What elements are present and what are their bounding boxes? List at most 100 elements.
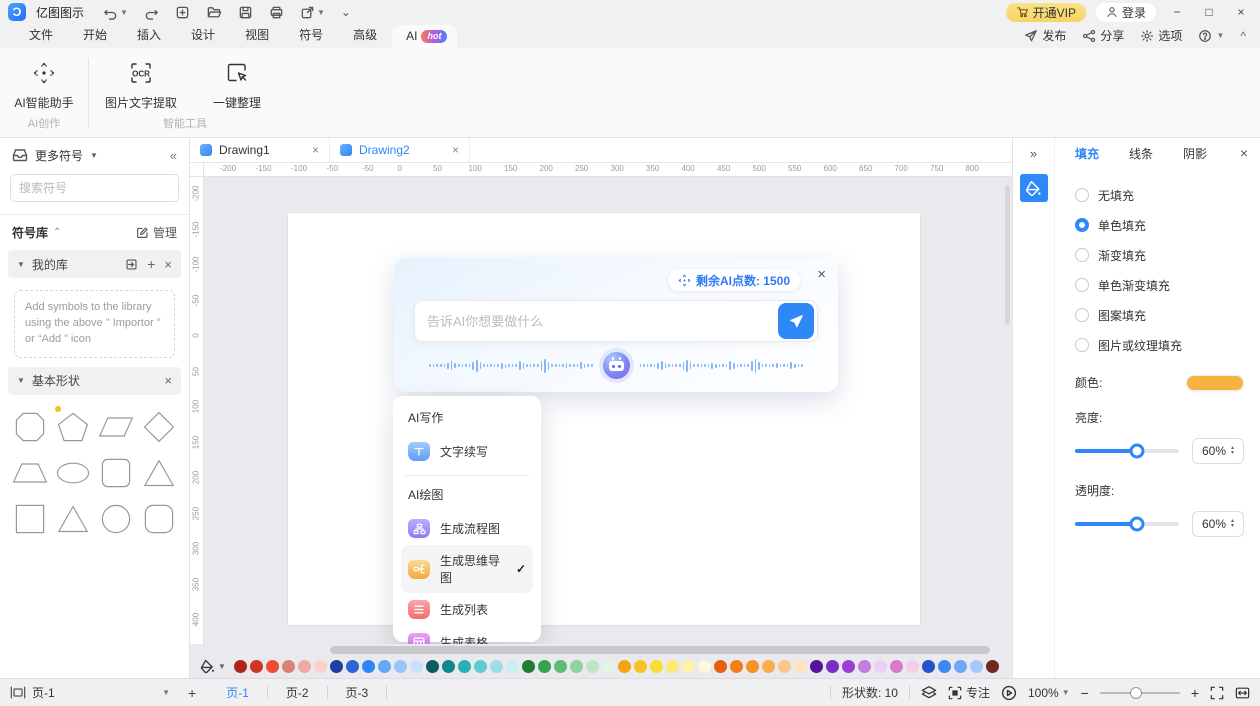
palette-color[interactable] <box>858 660 871 673</box>
fill-option-mono-gradient[interactable]: 单色渐变填充 <box>1075 270 1244 300</box>
shape-square[interactable] <box>10 500 50 538</box>
tab-home[interactable]: 开始 <box>68 22 122 48</box>
page-selector-caret-icon[interactable]: ▼ <box>162 688 170 697</box>
my-library-header[interactable]: ▼ 我的库 + × <box>8 250 181 278</box>
print-button[interactable] <box>266 2 287 22</box>
fit-width-icon[interactable] <box>1235 686 1250 700</box>
palette-color[interactable] <box>954 660 967 673</box>
close-tab-icon[interactable]: × <box>452 143 459 157</box>
options-button[interactable]: 选项 <box>1140 27 1182 44</box>
close-window-button[interactable]: × <box>1230 5 1252 19</box>
shape-circle[interactable] <box>96 500 136 538</box>
palette-color[interactable] <box>442 660 455 673</box>
my-library-caret-icon[interactable]: ▼ <box>17 260 25 269</box>
palette-color[interactable] <box>554 660 567 673</box>
radio-icon[interactable] <box>1075 308 1089 322</box>
tab-line[interactable]: 线条 <box>1129 145 1153 162</box>
palette-color[interactable] <box>394 660 407 673</box>
palette-color[interactable] <box>826 660 839 673</box>
tab-view[interactable]: 视图 <box>230 22 284 48</box>
fill-color-caret-icon[interactable]: ▼ <box>218 662 226 671</box>
library-collapse-icon[interactable]: ⌃ <box>53 227 61 238</box>
basic-shapes-header[interactable]: ▼ 基本形状 × <box>8 367 181 395</box>
spin-down-icon[interactable]: ▾ <box>1231 451 1234 456</box>
manage-library-button[interactable]: 管理 <box>136 224 177 241</box>
fill-tool-active-icon[interactable] <box>1020 174 1048 202</box>
shape-ellipse[interactable] <box>53 454 93 492</box>
fill-option-solid[interactable]: 单色填充 <box>1075 210 1244 240</box>
shape-octagon[interactable] <box>10 408 50 446</box>
collapse-sidebar-button[interactable]: « <box>170 148 177 163</box>
ai-prompt-input[interactable] <box>427 314 778 329</box>
palette-color[interactable] <box>810 660 823 673</box>
layers-icon[interactable] <box>921 685 937 700</box>
color-swatch[interactable] <box>1186 375 1244 391</box>
palette-color[interactable] <box>842 660 855 673</box>
shape-rounded-square-2[interactable] <box>139 500 179 538</box>
radio-icon[interactable] <box>1075 338 1089 352</box>
brightness-value-box[interactable]: 60% ▴▾ <box>1192 438 1244 464</box>
export-caret-icon[interactable]: ▼ <box>317 8 325 17</box>
page-tab-2[interactable]: 页-2 <box>268 684 327 701</box>
palette-color[interactable] <box>650 660 663 673</box>
palette-color[interactable] <box>666 660 679 673</box>
symbol-search-input[interactable] <box>11 181 179 195</box>
slider-knob[interactable] <box>1130 517 1145 532</box>
palette-color[interactable] <box>346 660 359 673</box>
login-button[interactable]: 登录 <box>1096 3 1156 22</box>
palette-color[interactable] <box>698 660 711 673</box>
palette-color[interactable] <box>746 660 759 673</box>
palette-color[interactable] <box>538 660 551 673</box>
send-button[interactable] <box>778 303 814 339</box>
zoom-out-button[interactable]: − <box>1081 685 1089 701</box>
palette-color[interactable] <box>634 660 647 673</box>
more-symbols-caret-icon[interactable]: ▼ <box>90 151 98 160</box>
palette-color[interactable] <box>906 660 919 673</box>
radio-icon[interactable] <box>1075 248 1089 262</box>
palette-color[interactable] <box>378 660 391 673</box>
menu-item-text-continue[interactable]: 文字续写 <box>401 435 533 468</box>
ocr-extract-button[interactable]: OCR 图片文字提取 <box>89 48 193 111</box>
shape-rounded-square[interactable] <box>96 454 136 492</box>
zoom-slider-knob[interactable] <box>1130 687 1142 699</box>
shape-triangle-2[interactable] <box>53 500 93 538</box>
palette-color[interactable] <box>490 660 503 673</box>
tab-symbol[interactable]: 符号 <box>284 22 338 48</box>
horizontal-scrollbar[interactable] <box>330 646 990 654</box>
menu-item-table[interactable]: 生成表格 <box>401 626 533 644</box>
palette-color[interactable] <box>282 660 295 673</box>
palette-color[interactable] <box>234 660 247 673</box>
tab-advanced[interactable]: 高级 <box>338 22 392 48</box>
palette-color[interactable] <box>970 660 983 673</box>
zoom-in-button[interactable]: + <box>1191 685 1199 701</box>
palette-color[interactable] <box>586 660 599 673</box>
opacity-value-box[interactable]: 60% ▴▾ <box>1192 511 1244 537</box>
help-caret-icon[interactable]: ▼ <box>1216 31 1224 40</box>
collapse-ribbon-button[interactable]: ^ <box>1240 29 1246 43</box>
fullscreen-icon[interactable] <box>1210 686 1224 700</box>
menu-item-flowchart[interactable]: 生成流程图 <box>401 512 533 545</box>
page-tab-3[interactable]: 页-3 <box>328 684 387 701</box>
close-basic-shapes-button[interactable]: × <box>164 373 172 388</box>
fill-option-none[interactable]: 无填充 <box>1075 180 1244 210</box>
radio-selected-icon[interactable] <box>1075 218 1089 232</box>
slider-knob[interactable] <box>1130 444 1145 459</box>
brightness-slider[interactable] <box>1075 449 1179 453</box>
normal-view-icon[interactable] <box>10 686 26 699</box>
zoom-slider[interactable] <box>1100 692 1180 694</box>
shape-pentagon[interactable] <box>53 408 93 446</box>
canvas-viewport[interactable]: 剩余AI点数: 1500 × <box>204 177 1012 644</box>
radio-icon[interactable] <box>1075 188 1089 202</box>
palette-color[interactable] <box>922 660 935 673</box>
spin-down-icon[interactable]: ▾ <box>1231 524 1234 529</box>
palette-color[interactable] <box>298 660 311 673</box>
palette-color[interactable] <box>794 660 807 673</box>
shape-diamond[interactable] <box>139 408 179 446</box>
fill-option-gradient[interactable]: 渐变填充 <box>1075 240 1244 270</box>
palette-color[interactable] <box>314 660 327 673</box>
palette-color[interactable] <box>986 660 999 673</box>
undo-caret-icon[interactable]: ▼ <box>120 8 128 17</box>
ai-mascot-icon[interactable] <box>603 352 630 379</box>
basic-shapes-caret-icon[interactable]: ▼ <box>17 376 25 385</box>
page-tab-1[interactable]: 页-1 <box>208 684 267 701</box>
